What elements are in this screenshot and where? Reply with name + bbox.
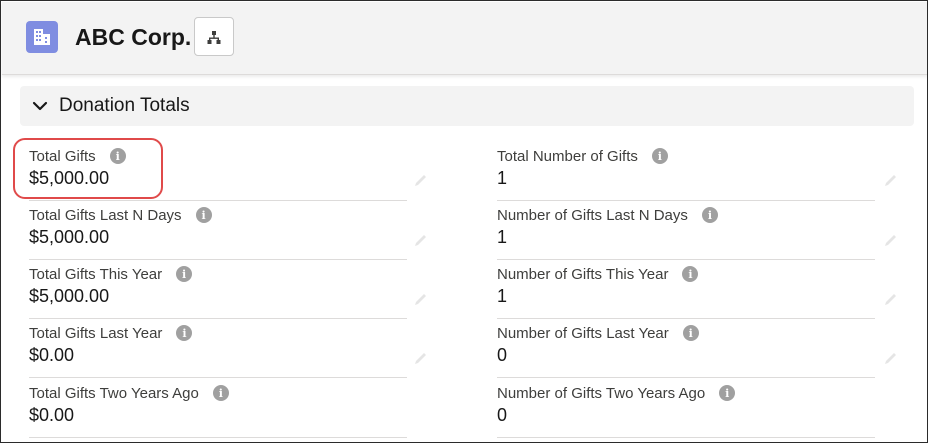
pencil-icon[interactable] bbox=[413, 174, 429, 188]
pencil-icon[interactable] bbox=[413, 352, 429, 366]
field-label: Total Gifts Last Year bbox=[29, 324, 163, 342]
field-number-of-gifts-two-years-ago: Number of Gifts Two Years Ago i 0 bbox=[497, 383, 877, 441]
field-total-gifts-last-n-days: Total Gifts Last N Days i $5,000.00 bbox=[29, 205, 409, 263]
field-label: Number of Gifts Last Year bbox=[497, 324, 669, 342]
hierarchy-icon bbox=[207, 30, 221, 44]
field-label: Number of Gifts This Year bbox=[497, 265, 669, 283]
field-divider bbox=[497, 200, 875, 201]
field-value: $5,000.00 bbox=[29, 227, 110, 247]
field-divider bbox=[29, 200, 407, 201]
field-value: 0 bbox=[497, 405, 508, 425]
field-number-of-gifts-last-year: Number of Gifts Last Year i 0 bbox=[497, 323, 877, 381]
record-page: ABC Corp. Donation Totals Total Gifts i … bbox=[0, 0, 928, 443]
field-divider bbox=[29, 377, 407, 378]
field-total-number-of-gifts: Total Number of Gifts i 1 bbox=[497, 146, 877, 204]
record-title: ABC Corp. bbox=[75, 24, 192, 50]
field-divider bbox=[497, 259, 875, 260]
field-total-gifts-last-year: Total Gifts Last Year i $0.00 bbox=[29, 323, 409, 381]
record-header: ABC Corp. bbox=[2, 2, 927, 75]
field-label: Total Gifts Last N Days bbox=[29, 206, 182, 224]
field-label: Number of Gifts Two Years Ago bbox=[497, 384, 706, 402]
section-header-donation-totals[interactable]: Donation Totals bbox=[20, 86, 914, 126]
pencil-icon[interactable] bbox=[883, 174, 899, 188]
section-title: Donation Totals bbox=[59, 95, 190, 116]
field-label: Total Number of Gifts bbox=[497, 147, 638, 165]
field-value: $0.00 bbox=[29, 345, 75, 365]
pencil-icon[interactable] bbox=[883, 352, 899, 366]
pencil-icon[interactable] bbox=[883, 293, 899, 307]
field-divider bbox=[497, 318, 875, 319]
field-label: Total Gifts Two Years Ago bbox=[29, 384, 199, 402]
field-label: Total Gifts This Year bbox=[29, 265, 163, 283]
info-icon[interactable]: i bbox=[651, 148, 668, 164]
view-hierarchy-button[interactable] bbox=[194, 17, 234, 56]
info-icon[interactable]: i bbox=[195, 207, 212, 223]
highlight-callout bbox=[13, 138, 163, 199]
info-icon[interactable]: i bbox=[212, 385, 229, 401]
field-value: 0 bbox=[497, 345, 508, 365]
field-value: $5,000.00 bbox=[29, 286, 110, 306]
info-icon[interactable]: i bbox=[176, 325, 193, 341]
field-value: 1 bbox=[497, 168, 508, 188]
field-value: 1 bbox=[497, 227, 508, 247]
info-icon[interactable]: i bbox=[719, 385, 736, 401]
info-icon[interactable]: i bbox=[682, 266, 699, 282]
field-divider bbox=[497, 377, 875, 378]
info-icon[interactable]: i bbox=[176, 266, 193, 282]
info-icon[interactable]: i bbox=[701, 207, 718, 223]
pencil-icon[interactable] bbox=[413, 293, 429, 307]
field-total-gifts-this-year: Total Gifts This Year i $5,000.00 bbox=[29, 264, 409, 322]
field-divider bbox=[29, 437, 407, 438]
building-icon bbox=[26, 21, 58, 53]
field-number-of-gifts-last-n-days: Number of Gifts Last N Days i 1 bbox=[497, 205, 877, 263]
field-label: Number of Gifts Last N Days bbox=[497, 206, 688, 224]
pencil-icon[interactable] bbox=[413, 234, 429, 248]
field-divider bbox=[497, 437, 875, 438]
field-value: 1 bbox=[497, 286, 508, 306]
field-number-of-gifts-this-year: Number of Gifts This Year i 1 bbox=[497, 264, 877, 322]
field-value: $0.00 bbox=[29, 405, 75, 425]
info-icon[interactable]: i bbox=[682, 325, 699, 341]
field-total-gifts-two-years-ago: Total Gifts Two Years Ago i $0.00 bbox=[29, 383, 409, 441]
field-divider bbox=[29, 318, 407, 319]
field-divider bbox=[29, 259, 407, 260]
chevron-down-icon bbox=[32, 101, 48, 111]
pencil-icon[interactable] bbox=[883, 234, 899, 248]
